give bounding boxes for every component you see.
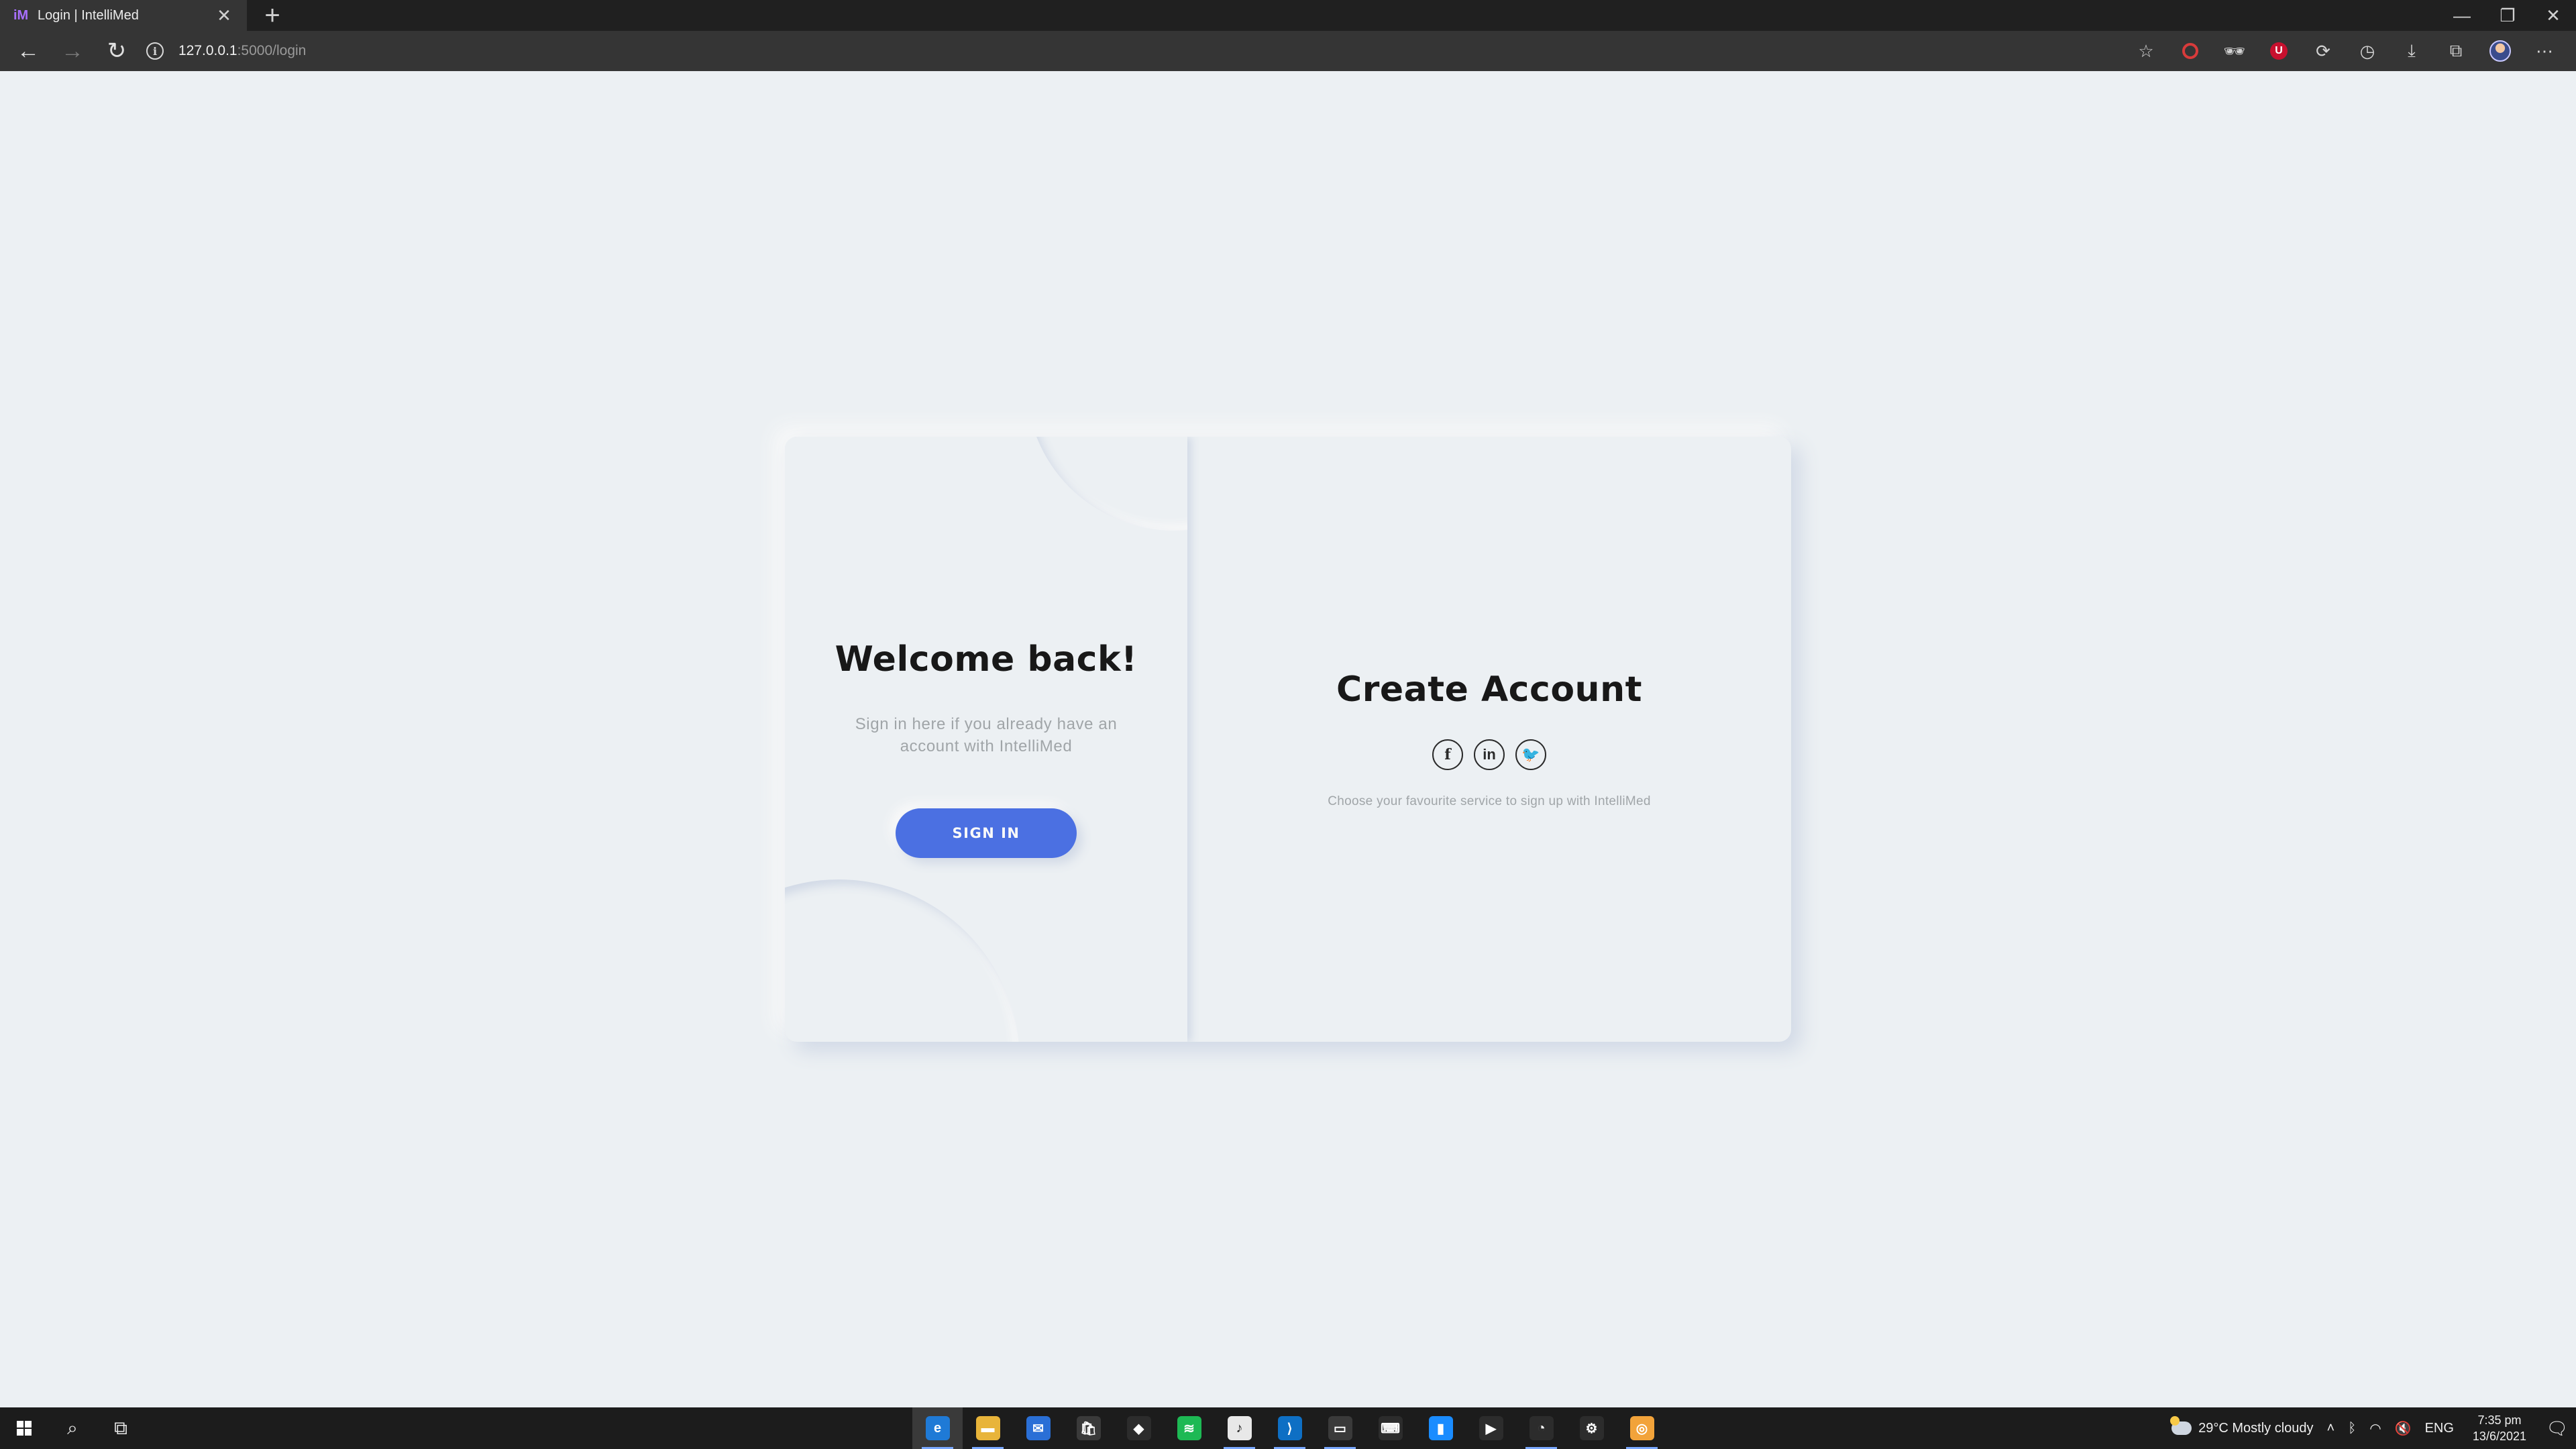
more-icon[interactable]: ⋯: [2522, 31, 2567, 71]
taskbar-app-mail[interactable]: ✉: [1013, 1407, 1063, 1449]
spotify-icon: ≋: [1177, 1416, 1201, 1440]
taskbar-app-file-explorer[interactable]: ▬: [963, 1407, 1013, 1449]
bluetooth-icon[interactable]: ᛒ: [2341, 1421, 2363, 1436]
wifi-icon[interactable]: ◠: [2363, 1420, 2387, 1437]
taskbar-app-terminal[interactable]: ▭: [1315, 1407, 1365, 1449]
tab-title: Login | IntelliMed: [38, 7, 139, 23]
close-window-button[interactable]: ✕: [2530, 0, 2576, 31]
arrow-right-icon: →: [61, 38, 84, 64]
decorative-circle-top: [1026, 437, 1187, 531]
social-signup-hint: Choose your favourite service to sign up…: [1328, 794, 1651, 808]
taskbar-app-settings[interactable]: ⚙: [1566, 1407, 1617, 1449]
start-button[interactable]: [0, 1407, 48, 1449]
collections-icon[interactable]: ⧉: [2434, 31, 2478, 71]
extension-incognito-icon[interactable]: 🕶: [2212, 31, 2257, 71]
taskbar-app-store[interactable]: 🛍: [1063, 1407, 1114, 1449]
unity-icon: ◆: [1126, 1416, 1151, 1440]
mail-icon: ✉: [1026, 1416, 1051, 1440]
clock-date: 13/6/2021: [2472, 1430, 2526, 1443]
clock-time: 7:35 pm: [2477, 1413, 2522, 1427]
welcome-description: Sign in here if you already have an acco…: [855, 715, 1118, 755]
browser-tab-bar: iM Login | IntelliMed ✕ + — ❐ ✕: [0, 0, 2576, 31]
edge-icon: e: [925, 1416, 950, 1440]
arrow-left-icon: ←: [17, 38, 40, 64]
facebook-icon[interactable]: f: [1432, 739, 1463, 770]
taskbar-app-edge[interactable]: e: [912, 1407, 963, 1449]
browser-tab-login[interactable]: iM Login | IntelliMed ✕: [0, 0, 247, 31]
new-tab-button[interactable]: +: [254, 0, 291, 31]
notification-center-icon[interactable]: 🗨: [2538, 1407, 2576, 1449]
profile-avatar[interactable]: [2478, 31, 2522, 71]
extension-red-ring-icon[interactable]: [2168, 31, 2212, 71]
settings-icon: ⚙: [1579, 1416, 1604, 1440]
windows-logo-icon: [17, 1421, 32, 1436]
create-account-title: Create Account: [1336, 669, 1642, 710]
favorites-icon[interactable]: ☆: [2124, 31, 2168, 71]
url-path: :5000/login: [237, 43, 307, 58]
refresh-icon: ↻: [107, 38, 127, 64]
sign-in-button[interactable]: SIGN IN: [896, 808, 1077, 858]
system-tray: 29°C Mostly cloudy ˄ ᛒ ◠ 🔇 ENG 7:35 pm 1…: [2165, 1407, 2576, 1449]
tab-close-icon[interactable]: ✕: [215, 5, 233, 26]
create-account-panel: Create Account f in 🐦 Choose your favour…: [1187, 437, 1791, 1042]
taskbar-app-chrome-canary[interactable]: ◎: [1617, 1407, 1667, 1449]
taskbar-app-unity[interactable]: ◆: [1114, 1407, 1164, 1449]
twitter-icon[interactable]: 🐦: [1515, 739, 1546, 770]
keyboard-icon: ⌨: [1378, 1416, 1403, 1440]
taskbar-app-itunes[interactable]: ♪: [1214, 1407, 1265, 1449]
search-icon[interactable]: ⌕: [48, 1407, 97, 1449]
forward-button[interactable]: →: [52, 31, 93, 71]
itunes-icon: ♪: [1227, 1416, 1252, 1440]
taskbar-app-clock-app[interactable]: ◔: [1516, 1407, 1566, 1449]
welcome-panel: Welcome back! Sign in here if you alread…: [785, 437, 1187, 1042]
downloads-icon[interactable]: ⤓: [2390, 31, 2434, 71]
minimize-button[interactable]: —: [2439, 0, 2485, 31]
cloudy-weather-icon: [2170, 1416, 2192, 1435]
clock[interactable]: 7:35 pm 13/6/2021: [2461, 1412, 2538, 1444]
create-account-content: Create Account f in 🐦 Choose your favour…: [1187, 669, 1791, 809]
history-icon[interactable]: ◷: [2345, 31, 2390, 71]
clock-app-icon: ◔: [1529, 1416, 1554, 1440]
show-hidden-icons-button[interactable]: ˄: [2320, 1421, 2342, 1436]
weather-text: 29°C Mostly cloudy: [2198, 1420, 2314, 1436]
taskbar-app-android-studio[interactable]: ▶: [1466, 1407, 1516, 1449]
language-indicator[interactable]: ENG: [2418, 1421, 2461, 1436]
extension-toolbar: ☆ 🕶 U ⟳ ◷ ⤓ ⧉ ⋯: [2124, 31, 2567, 71]
restore-button[interactable]: ❐: [2485, 0, 2530, 31]
intellimed-favicon-icon: iM: [13, 7, 29, 23]
window-controls: — ❐ ✕: [2439, 0, 2576, 31]
terminal-icon: ▭: [1328, 1416, 1352, 1440]
taskbar-app-notes[interactable]: ▮: [1415, 1407, 1466, 1449]
ublock-icon[interactable]: U: [2257, 31, 2301, 71]
file-explorer-icon: ▬: [975, 1416, 1000, 1440]
back-button[interactable]: ←: [8, 31, 48, 71]
linkedin-icon[interactable]: in: [1474, 739, 1505, 770]
chrome-canary-icon: ◎: [1629, 1416, 1654, 1440]
decorative-circle-bottom: [785, 879, 1020, 1042]
windows-taskbar: ⌕ ⧉ e ▬ ✉ 🛍 ◆ ≋ ♪ ⟩ ▭ ⌨ ▮ ▶ ◔ ⚙ ◎ 29°C Mostly cloudy ˄…: [0, 1407, 2576, 1449]
taskbar-app-vscode[interactable]: ⟩: [1265, 1407, 1315, 1449]
refresh-button[interactable]: ↻: [97, 31, 137, 71]
taskbar-app-spotify[interactable]: ≋: [1164, 1407, 1214, 1449]
welcome-content: Welcome back! Sign in here if you alread…: [785, 639, 1187, 858]
vscode-icon: ⟩: [1277, 1416, 1302, 1440]
task-view-icon[interactable]: ⧉: [97, 1407, 145, 1449]
welcome-title: Welcome back!: [835, 639, 1138, 680]
weather-widget[interactable]: 29°C Mostly cloudy: [2165, 1416, 2320, 1436]
url-host: 127.0.0.1: [178, 43, 237, 58]
pinned-apps: e ▬ ✉ 🛍 ◆ ≋ ♪ ⟩ ▭ ⌨ ▮ ▶ ◔ ⚙ ◎: [912, 1407, 1667, 1449]
taskbar-app-keyboard[interactable]: ⌨: [1365, 1407, 1415, 1449]
page-body: Welcome back! Sign in here if you alread…: [0, 71, 2576, 1407]
volume-muted-icon[interactable]: 🔇: [2388, 1420, 2418, 1437]
notes-icon: ▮: [1428, 1416, 1453, 1440]
auth-card: Welcome back! Sign in here if you alread…: [785, 437, 1791, 1042]
sync-icon[interactable]: ⟳: [2301, 31, 2345, 71]
social-buttons: f in 🐦: [1187, 739, 1791, 770]
site-info-icon[interactable]: i: [146, 42, 164, 60]
address-bar[interactable]: i 127.0.0.1 :5000/login: [146, 36, 2159, 66]
store-icon: 🛍: [1076, 1416, 1101, 1440]
browser-toolbar: ← → ↻ i 127.0.0.1 :5000/login ☆ 🕶 U ⟳ ◷ …: [0, 31, 2576, 71]
android-studio-icon: ▶: [1479, 1416, 1503, 1440]
